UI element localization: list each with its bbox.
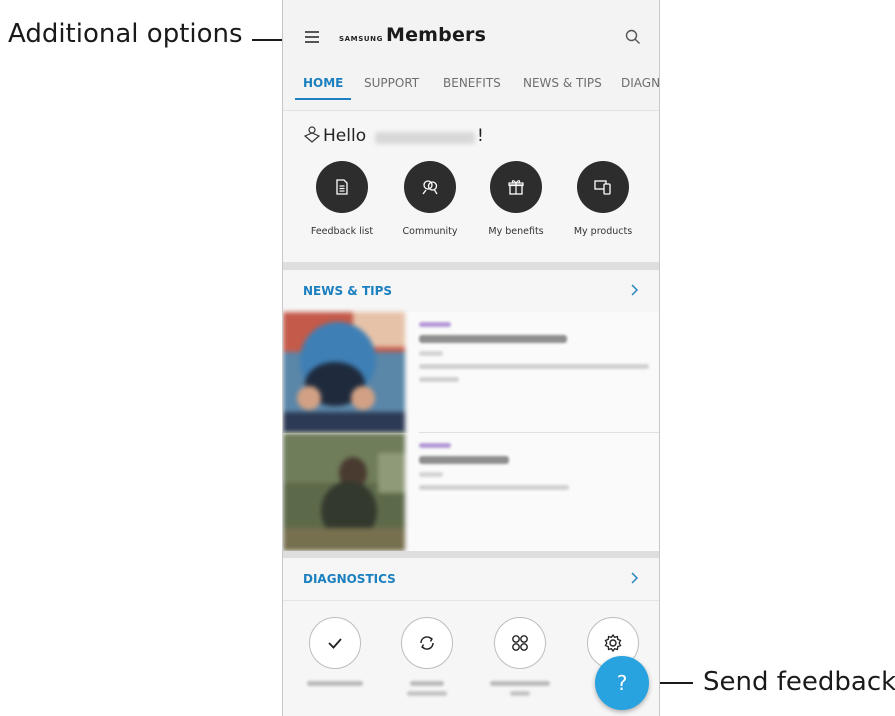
search-icon[interactable] bbox=[625, 29, 641, 45]
quick-action-label: Feedback list bbox=[310, 226, 374, 237]
news-thumbnail-image bbox=[283, 433, 405, 554]
hello-suffix: ! bbox=[477, 126, 484, 146]
active-tab-indicator bbox=[295, 98, 351, 100]
checkmark-icon bbox=[328, 638, 342, 649]
phone-screen: SAMSUNG Members HOME SUPPORT BENEFITS NE… bbox=[282, 0, 660, 716]
gift-icon bbox=[508, 180, 524, 195]
question-mark-icon: ? bbox=[616, 671, 628, 695]
hello-card: Hello ! Feedback list Community My benef… bbox=[283, 110, 659, 262]
diagnostic-uninstall-apps[interactable] bbox=[480, 617, 560, 696]
tab-bar: HOME SUPPORT BENEFITS NEWS & TIPS DIAGN bbox=[283, 66, 659, 102]
settings-gear-icon bbox=[604, 633, 622, 653]
devices-icon bbox=[594, 180, 611, 195]
tab-support[interactable]: SUPPORT bbox=[364, 76, 419, 90]
quick-action-label: Community bbox=[402, 226, 458, 237]
document-icon bbox=[336, 179, 348, 195]
news-thumbnail-image bbox=[283, 312, 405, 433]
diagnostics-header[interactable]: DIAGNOSTICS bbox=[283, 558, 659, 600]
chevron-right-icon bbox=[631, 572, 638, 584]
quick-action-community[interactable]: Community bbox=[390, 161, 470, 237]
diagnostic-test-hardware[interactable] bbox=[295, 617, 375, 686]
quick-action-label: My benefits bbox=[488, 226, 544, 237]
app-logo: SAMSUNG Members bbox=[339, 24, 486, 46]
news-tips-title: NEWS & TIPS bbox=[303, 284, 393, 298]
chevron-right-icon bbox=[631, 284, 638, 296]
diagnostic-ram-storage[interactable] bbox=[387, 617, 467, 696]
callout-send-feedback: Send feedback. bbox=[703, 667, 895, 697]
menu-icon[interactable] bbox=[305, 29, 321, 45]
tab-home[interactable]: HOME bbox=[303, 76, 343, 90]
app-bar: SAMSUNG Members HOME SUPPORT BENEFITS NE… bbox=[283, 0, 659, 110]
news-article-card[interactable] bbox=[283, 433, 659, 554]
brand-samsung: SAMSUNG bbox=[339, 35, 383, 43]
diagnostics-title: DIAGNOSTICS bbox=[303, 572, 396, 586]
news-text-redacted bbox=[419, 322, 649, 390]
hello-greeting: Hello bbox=[323, 126, 367, 146]
quick-action-my-products[interactable]: My products bbox=[563, 161, 643, 237]
quick-action-feedback-list[interactable]: Feedback list bbox=[302, 161, 382, 237]
news-text-redacted bbox=[419, 443, 649, 498]
quick-action-my-benefits[interactable]: My benefits bbox=[476, 161, 556, 237]
hello-person-icon bbox=[303, 126, 321, 143]
tab-news-tips[interactable]: NEWS & TIPS bbox=[523, 76, 602, 90]
quick-action-label: My products bbox=[573, 226, 633, 237]
tab-benefits[interactable]: BENEFITS bbox=[443, 76, 501, 90]
callout-additional-options: Additional options bbox=[8, 19, 243, 49]
refresh-icon bbox=[420, 636, 434, 650]
section-divider bbox=[283, 551, 659, 558]
brand-members: Members bbox=[385, 24, 487, 46]
user-name-redacted bbox=[375, 132, 475, 144]
tab-diagnostics[interactable]: DIAGN bbox=[621, 76, 659, 90]
people-icon bbox=[422, 180, 438, 195]
news-article-card[interactable] bbox=[283, 312, 659, 433]
news-tips-header[interactable]: NEWS & TIPS bbox=[283, 270, 659, 312]
send-feedback-button[interactable]: ? bbox=[595, 656, 649, 710]
grid-circles-icon bbox=[512, 635, 528, 651]
section-divider bbox=[283, 262, 659, 270]
